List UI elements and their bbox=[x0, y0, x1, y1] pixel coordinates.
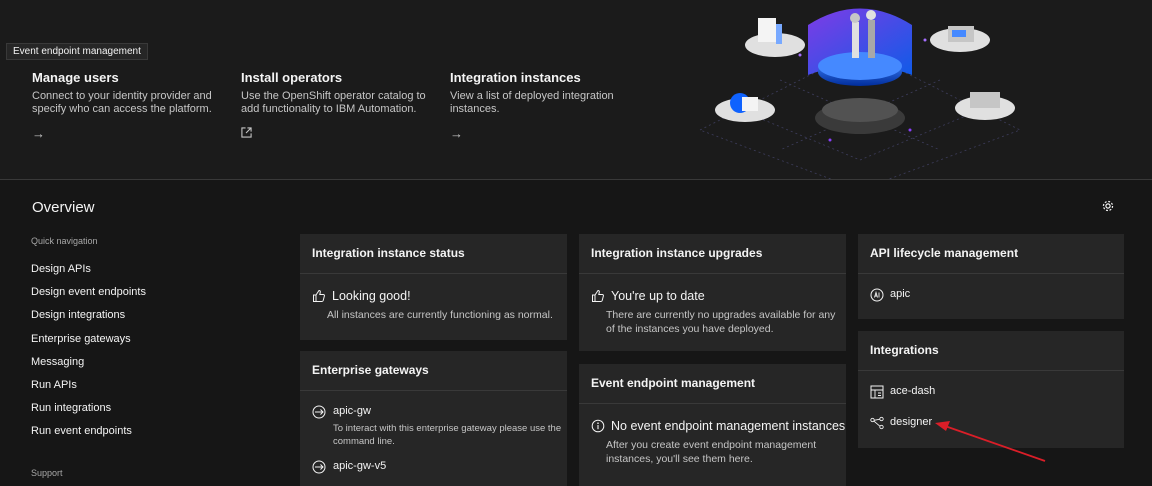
tile-integration-instance-upgrades: Integration instance upgrades You're up … bbox=[579, 234, 846, 351]
card-desc: Connect to your identity provider and sp… bbox=[32, 90, 212, 115]
page-title: Overview bbox=[32, 199, 95, 216]
tile-title: Integrations bbox=[858, 331, 1124, 371]
tile-title: Event endpoint management bbox=[579, 364, 846, 404]
item-label: apic-gw-v5 bbox=[333, 460, 387, 472]
tile-integration-instance-status: Integration instance status Looking good… bbox=[300, 234, 567, 340]
tile-title: Enterprise gateways bbox=[300, 351, 567, 391]
gear-icon[interactable] bbox=[1101, 199, 1117, 215]
arrow-right-icon[interactable]: → bbox=[32, 126, 217, 141]
integration-ace-dash[interactable]: ace-dash bbox=[858, 385, 1124, 399]
card-title: Integration instances bbox=[450, 70, 581, 85]
item-label: ace-dash bbox=[890, 385, 936, 397]
status-desc: All instances are currently functioning … bbox=[327, 309, 553, 321]
quick-navigation-label: Quick navigation bbox=[31, 236, 98, 246]
tooltip: Event endpoint management bbox=[6, 43, 148, 60]
arrow-right-icon[interactable]: → bbox=[450, 126, 635, 141]
tile-api-lifecycle-management: API lifecycle management apic bbox=[858, 234, 1124, 319]
dashboard-icon bbox=[870, 385, 884, 399]
thumbs-up-icon bbox=[313, 289, 325, 302]
thumbs-up-icon bbox=[592, 289, 604, 302]
card-manage-users[interactable]: Manage users Connect to your identity pr… bbox=[32, 70, 217, 141]
gateway-apic-gw[interactable]: apic-gw bbox=[300, 405, 567, 419]
nav-design-event-endpoints[interactable]: Design event endpoints bbox=[31, 286, 146, 309]
status-headline: Looking good! bbox=[332, 289, 411, 303]
tile-title: Integration instance status bbox=[300, 234, 567, 274]
api-icon bbox=[870, 288, 884, 302]
tile-integrations: Integrations ace-dash designer bbox=[858, 331, 1124, 448]
tile-enterprise-gateways: Enterprise gateways apic-gw To interact … bbox=[300, 351, 567, 486]
hero-illustration bbox=[699, 8, 1021, 179]
info-icon bbox=[591, 419, 605, 433]
card-integration-instances[interactable]: Integration instances View a list of dep… bbox=[450, 70, 635, 141]
gateway-icon bbox=[312, 405, 326, 419]
gateway-apic-gw-v5[interactable]: apic-gw-v5 bbox=[300, 460, 567, 474]
events-desc: After you create event endpoint manageme… bbox=[606, 439, 817, 465]
upgrades-desc: There are currently no upgrades availabl… bbox=[606, 309, 836, 335]
card-title: Manage users bbox=[32, 70, 119, 85]
launch-icon[interactable] bbox=[241, 126, 426, 141]
quick-navigation: Design APIs Design event endpoints Desig… bbox=[31, 263, 146, 449]
nav-run-integrations[interactable]: Run integrations bbox=[31, 402, 146, 425]
card-desc: Use the OpenShift operator catalog to ad… bbox=[241, 90, 426, 115]
hero-banner: Event endpoint management Manage users C… bbox=[0, 0, 1152, 180]
item-label: apic-gw bbox=[333, 405, 371, 417]
tile-title: API lifecycle management bbox=[858, 234, 1124, 274]
nav-run-apis[interactable]: Run APIs bbox=[31, 379, 146, 402]
support-label: Support bbox=[31, 468, 63, 478]
card-desc: View a list of deployed integration inst… bbox=[450, 90, 614, 115]
nav-design-apis[interactable]: Design APIs bbox=[31, 263, 146, 286]
card-install-operators[interactable]: Install operators Use the OpenShift oper… bbox=[241, 70, 426, 141]
nav-run-event-endpoints[interactable]: Run event endpoints bbox=[31, 425, 146, 448]
tile-event-endpoint-management: Event endpoint management No event endpo… bbox=[579, 364, 846, 486]
integration-designer[interactable]: designer bbox=[858, 416, 1124, 430]
nav-enterprise-gateways[interactable]: Enterprise gateways bbox=[31, 333, 146, 356]
item-label: designer bbox=[890, 416, 933, 428]
nav-design-integrations[interactable]: Design integrations bbox=[31, 309, 146, 332]
tile-title: Integration instance upgrades bbox=[579, 234, 846, 274]
card-title: Install operators bbox=[241, 70, 343, 85]
flow-icon bbox=[870, 416, 884, 430]
item-label: apic bbox=[890, 288, 911, 300]
gateway-desc: To interact with this enterprise gateway… bbox=[333, 423, 562, 447]
nav-messaging[interactable]: Messaging bbox=[31, 356, 146, 379]
gateway-icon bbox=[312, 460, 326, 474]
events-headline: No event endpoint management instances bbox=[611, 419, 846, 433]
api-instance-apic[interactable]: apic bbox=[858, 288, 1124, 302]
upgrades-headline: You're up to date bbox=[611, 289, 705, 303]
